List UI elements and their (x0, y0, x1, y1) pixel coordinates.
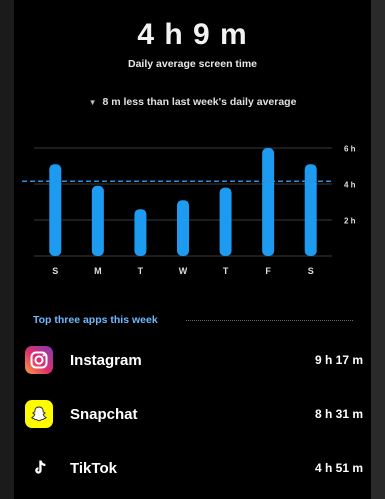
weekly-usage-chart[interactable]: 6 h 4 h 2 h S M T W T F S (14, 140, 371, 285)
app-usage-time: 8 h 31 m (314, 407, 363, 421)
bar-2 (134, 209, 147, 256)
screen-time-screen: 4 h 9 m Daily average screen time ▼ 8 m l… (14, 0, 371, 499)
app-usage-time: 4 h 51 m (314, 461, 363, 475)
app-row-instagram[interactable]: Instagram 9 h 17 m (14, 346, 371, 380)
weekly-comparison-text: 8 m less than last week's daily average (102, 96, 297, 108)
y-tick-label: 6 h (344, 145, 356, 154)
daily-average-value: 4 h 9 m (137, 18, 248, 51)
app-row-snapchat[interactable]: Snapchat 8 h 31 m (14, 400, 371, 434)
instagram-icon (25, 346, 53, 374)
bar-0 (49, 164, 62, 256)
y-tick-label: 4 h (344, 181, 356, 190)
tiktok-icon (25, 454, 53, 482)
app-usage-time: 9 h 17 m (314, 353, 363, 367)
x-tick-label: T (223, 266, 229, 276)
bar-6 (304, 164, 317, 256)
section-divider (186, 320, 353, 321)
x-tick-label: S (308, 266, 314, 276)
app-name: TikTok (70, 460, 117, 477)
weekly-comparison[interactable]: ▼ 8 m less than last week's daily average (14, 96, 371, 108)
top-apps-title: Top three apps this week (33, 314, 158, 326)
snapchat-icon (25, 400, 53, 428)
bar-3 (177, 200, 189, 256)
y-tick-label: 2 h (344, 217, 356, 226)
x-tick-label: W (179, 266, 188, 276)
daily-average-label: Daily average screen time (128, 58, 257, 70)
bar-1 (91, 185, 104, 256)
bar-5 (262, 148, 275, 256)
x-tick-label: S (52, 266, 58, 276)
app-row-tiktok[interactable]: TikTok 4 h 51 m (14, 454, 371, 488)
x-tick-label: M (94, 266, 102, 276)
x-tick-label: T (138, 266, 144, 276)
app-name: Instagram (70, 352, 142, 369)
device-edge-left (0, 0, 14, 499)
down-triangle-icon: ▼ (88, 98, 97, 107)
bar-4 (219, 187, 232, 256)
app-name: Snapchat (70, 406, 138, 423)
device-edge-right (371, 0, 385, 499)
x-tick-label: F (265, 266, 271, 276)
